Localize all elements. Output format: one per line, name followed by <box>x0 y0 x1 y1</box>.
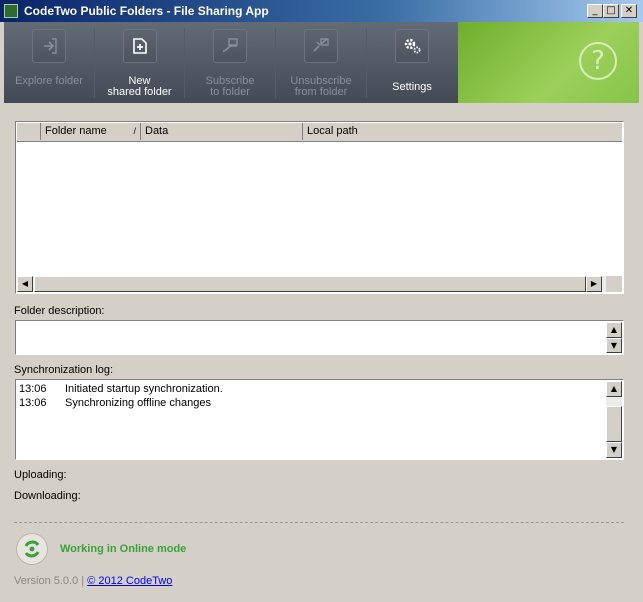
maximize-button[interactable]: □ <box>603 4 619 18</box>
log-entry: 13:06 Synchronizing offline changes <box>19 397 211 409</box>
help-panel: ? <box>458 22 639 103</box>
log-entry: 13:06 Initiated startup synchronization. <box>19 383 223 395</box>
divider <box>14 522 624 523</box>
sync-log-scrollbar[interactable]: ▲ ▼ <box>606 381 622 458</box>
scroll-corner <box>606 276 622 292</box>
explore-folder-button[interactable]: Explore folder <box>4 22 94 103</box>
scroll-up-icon[interactable]: ▲ <box>606 381 622 397</box>
footer-separator: | <box>81 575 85 587</box>
subscribe-icon <box>213 29 247 63</box>
explore-folder-icon <box>32 29 66 63</box>
downloading-label: Downloading: <box>14 490 81 502</box>
settings-button[interactable]: Settings <box>367 22 457 103</box>
new-shared-folder-icon <box>122 29 157 63</box>
sync-status-icon <box>16 533 48 565</box>
copyright-link[interactable]: © 2012 CodeTwo <box>87 575 172 587</box>
table-header: Folder name / Data Local path <box>17 123 622 142</box>
new-shared-folder-button[interactable]: New shared folder <box>95 22 184 103</box>
row-selector-header[interactable] <box>17 123 41 140</box>
scroll-thumb[interactable] <box>34 276 586 292</box>
footer: Version 5.0.0 | © 2012 CodeTwo <box>14 575 172 587</box>
sort-indicator-icon: / <box>133 126 136 136</box>
column-header-folder-name[interactable]: Folder name / <box>41 123 141 140</box>
uploading-label: Uploading: <box>14 469 67 481</box>
scroll-right-icon[interactable]: ▶ <box>586 276 602 292</box>
subscribe-button[interactable]: Subscribe to folder <box>185 22 275 103</box>
folder-description-label: Folder description: <box>14 305 105 317</box>
help-icon[interactable]: ? <box>579 42 617 80</box>
folder-description-field[interactable]: ▲ ▼ <box>15 320 624 355</box>
minimize-button[interactable]: _ <box>587 4 603 18</box>
scroll-up-icon[interactable]: ▲ <box>606 322 622 338</box>
window-title: CodeTwo Public Folders - File Sharing Ap… <box>24 4 269 18</box>
horizontal-scrollbar[interactable]: ◀ ▶ <box>17 276 622 292</box>
description-scrollbar[interactable]: ▲ ▼ <box>606 322 622 353</box>
connection-status: Working in Online mode <box>60 543 187 555</box>
app-icon[interactable] <box>4 4 18 18</box>
folders-table[interactable]: Folder name / Data Local path ◀ ▶ <box>15 121 624 294</box>
unsubscribe-icon <box>304 29 338 63</box>
scroll-down-icon[interactable]: ▼ <box>606 442 622 458</box>
version-text: Version 5.0.0 <box>14 575 79 587</box>
gear-icon <box>395 29 429 63</box>
scroll-thumb[interactable] <box>606 406 622 442</box>
scroll-left-icon[interactable]: ◀ <box>17 276 33 292</box>
scroll-down-icon[interactable]: ▼ <box>606 338 622 353</box>
sync-log-label: Synchronization log: <box>14 364 114 376</box>
unsubscribe-button[interactable]: Unsubscribe from folder <box>276 22 366 103</box>
close-button[interactable]: ✕ <box>621 4 637 18</box>
sync-log[interactable]: 13:06 Initiated startup synchronization. … <box>15 379 624 460</box>
column-header-local-path[interactable]: Local path <box>303 123 622 140</box>
column-header-data[interactable]: Data <box>141 123 303 140</box>
title-bar: CodeTwo Public Folders - File Sharing Ap… <box>0 0 643 22</box>
